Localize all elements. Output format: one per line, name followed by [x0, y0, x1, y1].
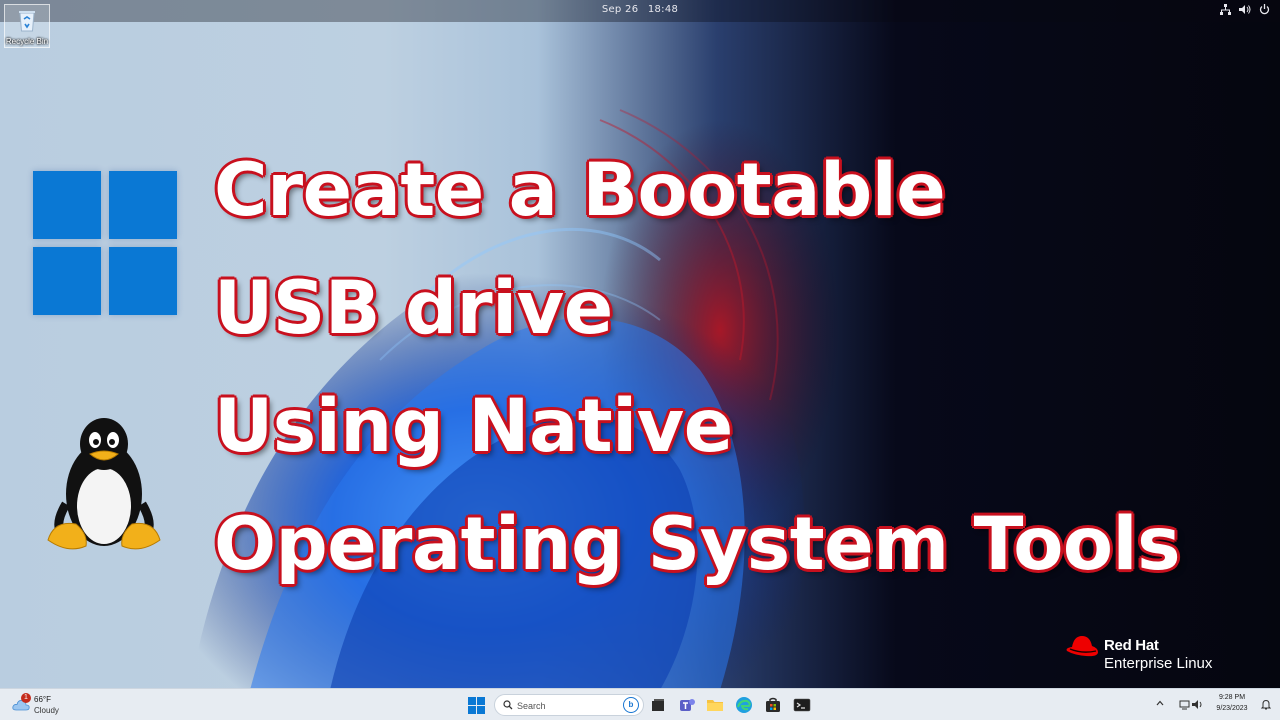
headline-line-4: Operating System Tools: [214, 502, 1181, 587]
task-view-icon[interactable]: [649, 696, 667, 714]
volume-icon-taskbar[interactable]: [1192, 699, 1204, 710]
search-input[interactable]: [517, 698, 597, 713]
top-bar-time: 18:48: [647, 4, 679, 15]
headline-line-3: Using Native: [214, 384, 733, 469]
bing-icon[interactable]: b: [623, 697, 639, 713]
top-bar: Sep 26 18:48: [0, 0, 1280, 22]
volume-icon[interactable]: [1239, 4, 1251, 15]
taskbar-date[interactable]: 9/23/2023: [1209, 705, 1255, 712]
redhat-brand: Red Hat Enterprise Linux: [1064, 633, 1264, 677]
weather-badge: 1: [21, 693, 31, 703]
edge-icon[interactable]: [735, 696, 753, 714]
headline-line-2: USB drive: [214, 266, 613, 351]
power-icon[interactable]: [1259, 4, 1270, 15]
display-icon[interactable]: [1179, 699, 1190, 710]
windows-logo: [33, 171, 178, 316]
taskbar-time[interactable]: 9:28 PM: [1209, 694, 1255, 701]
store-icon[interactable]: [764, 696, 782, 714]
start-button[interactable]: [468, 697, 485, 714]
top-bar-date: Sep 26: [601, 4, 639, 15]
notification-bell-icon[interactable]: [1261, 699, 1271, 710]
weather-temp: 66°F: [34, 695, 51, 704]
redhat-logo-icon: [1066, 636, 1098, 657]
desktop-icon-recycle-bin[interactable]: Recycle Bin: [4, 4, 50, 48]
chevron-up-icon[interactable]: [1156, 700, 1164, 706]
redhat-product: Enterprise Linux: [1104, 655, 1213, 672]
file-explorer-icon[interactable]: [706, 696, 724, 714]
weather-condition: Cloudy: [34, 706, 59, 715]
taskbar-search[interactable]: b: [494, 694, 644, 716]
network-icon[interactable]: [1220, 4, 1231, 15]
system-tray[interactable]: [1220, 4, 1270, 15]
top-bar-clock[interactable]: Sep 26 18:48: [0, 4, 1280, 15]
headline-line-1: Create a Bootable: [214, 148, 946, 233]
search-icon: [503, 700, 513, 710]
recycle-bin-icon: [19, 11, 35, 32]
redhat-name: Red Hat: [1104, 637, 1159, 654]
desktop-icon-label: Recycle Bin: [5, 37, 49, 46]
teams-icon[interactable]: [678, 696, 696, 714]
terminal-icon[interactable]: [793, 696, 811, 714]
tux-linux-icon: [47, 418, 161, 550]
video-headline: Create a Bootable USB drive Using Native…: [214, 132, 1274, 604]
windows-taskbar: 1 66°F Cloudy b: [0, 688, 1280, 720]
